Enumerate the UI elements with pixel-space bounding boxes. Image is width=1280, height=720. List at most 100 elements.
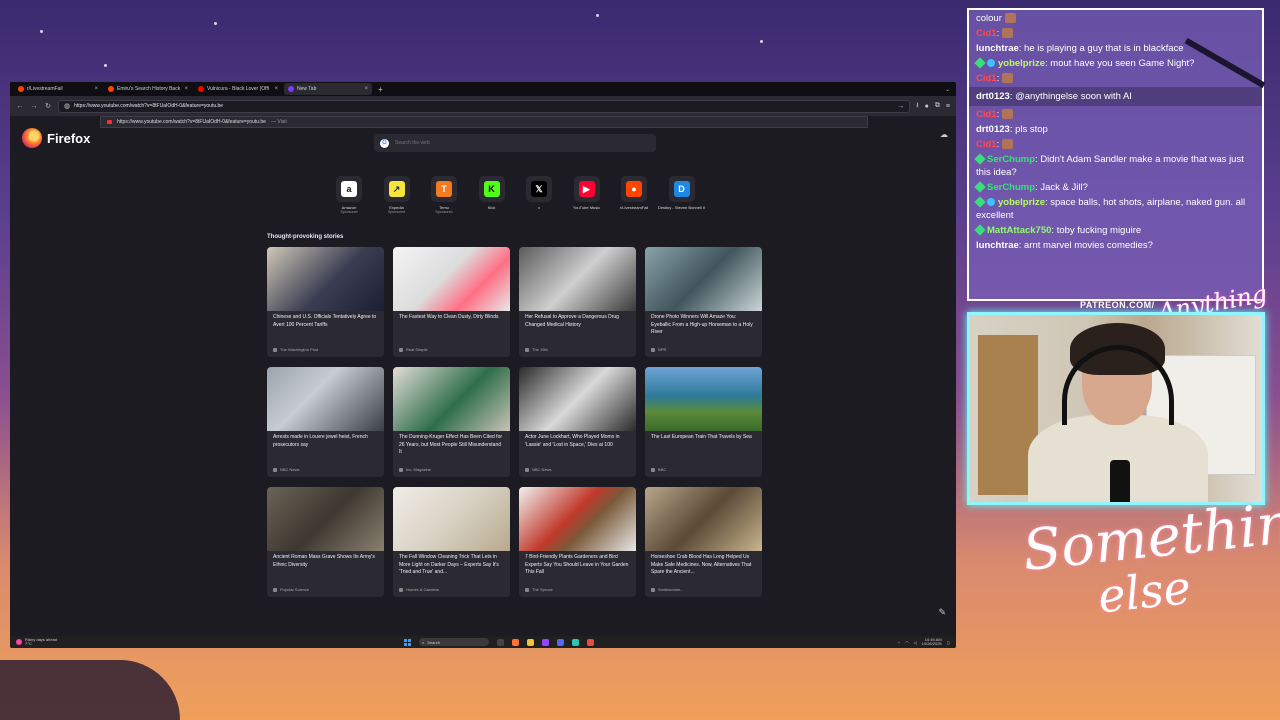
shortcut-tile[interactable]: D Destiny - Steven Bonnell II <box>658 176 705 214</box>
stream-chat-overlay: colour Cid1: lunchtrae: he is playing a gu… <box>967 8 1264 301</box>
browser-tab[interactable]: New Tab × <box>284 83 372 95</box>
star <box>760 40 763 43</box>
web-search-input[interactable] <box>395 140 650 146</box>
star <box>40 30 43 33</box>
account-icon[interactable]: ● <box>925 103 929 110</box>
emote-icon <box>1002 139 1014 150</box>
close-tab-icon[interactable]: × <box>274 86 278 92</box>
web-search-box[interactable]: G <box>374 134 656 152</box>
browser-tab[interactable]: r/LivestreamFail × <box>14 83 102 95</box>
story-card[interactable]: Horseshoe Crab Blood Has Long Helped Us … <box>645 487 762 597</box>
story-card[interactable]: The Fall Window Cleaning Trick That Lets… <box>393 487 510 597</box>
task-view-icon[interactable] <box>497 638 504 646</box>
extensions-icon[interactable]: ⧉ <box>935 102 940 110</box>
story-title: Drone Photo Winners Will Amaze You: Eyeb… <box>651 314 753 335</box>
story-card[interactable]: Drone Photo Winners Will Amaze You: Eyeb… <box>645 247 762 357</box>
sub-badge-icon <box>974 181 986 194</box>
app-taskbar-icon[interactable] <box>572 638 579 646</box>
app-taskbar-icon-2[interactable] <box>587 638 594 646</box>
downloads-icon[interactable]: ⭳ <box>916 101 918 112</box>
reload-icon[interactable]: ↻ <box>44 102 52 110</box>
chat-text: : mout have you seen Game Night? <box>1045 58 1195 69</box>
close-tab-icon[interactable]: × <box>94 86 98 92</box>
list-all-tabs-icon[interactable]: ⌄ <box>945 86 950 93</box>
shortcut-tile[interactable]: ↗ Expedia Sponsored <box>383 176 411 214</box>
discord-taskbar-icon[interactable] <box>557 638 564 646</box>
story-card[interactable]: Actor June Lockhart, Who Played Moms in … <box>519 367 636 477</box>
url-input[interactable] <box>74 103 894 109</box>
suggestion-url: https://www.youtube.com/watch?v=8tFUaIOd… <box>117 119 266 125</box>
chat-username: MattAttack750 <box>987 225 1052 236</box>
shortcut-tile[interactable]: K Kick <box>478 176 506 214</box>
new-tab-button[interactable]: + <box>374 85 387 94</box>
source-logo-icon <box>273 467 277 472</box>
chat-message: yobelprize: space balls, hot shots, airp… <box>974 196 1255 222</box>
shortcut-icon: K <box>483 181 500 197</box>
story-card[interactable]: The Dunning-Kruger Effect Has Been Cited… <box>393 367 510 477</box>
wifi-icon[interactable]: ◠ <box>905 640 909 645</box>
shortcut-tile[interactable]: 𝕏 x <box>525 176 553 214</box>
search-engine-icon[interactable]: ◍ <box>64 102 70 110</box>
shortcut-name: Kick <box>487 205 496 210</box>
tab-label: Emiru's Search History Back in <box>117 86 182 92</box>
browser-tab[interactable]: Emiru's Search History Back in × <box>104 83 192 95</box>
star <box>214 22 217 25</box>
chat-text: : pls stop <box>1009 124 1048 135</box>
browser-tab[interactable]: Vulnicura - Black Lover (Offi × <box>194 83 282 95</box>
taskbar-search[interactable]: ⌕ Search <box>419 638 489 646</box>
go-arrow-icon[interactable]: → <box>897 103 904 110</box>
chat-message: Cid1: <box>976 72 1255 85</box>
story-image <box>393 367 510 431</box>
tray-chevron-icon[interactable]: ^ <box>898 640 900 645</box>
story-card[interactable]: The Fastest Way to Clean Dusty, Dirty Bl… <box>393 247 510 357</box>
story-card[interactable]: 7 Bird-Friendly Plants Gardeners and Bir… <box>519 487 636 597</box>
menu-icon[interactable]: ≡ <box>946 103 950 110</box>
story-card[interactable]: Her Refusal to Approve a Dangerous Drug … <box>519 247 636 357</box>
taskbar-weather[interactable]: Rainy days ahead 7°C <box>16 637 86 647</box>
story-card[interactable]: Chinese and U.S. Officials Tentatively A… <box>267 247 384 357</box>
weather-widget-icon[interactable]: ☁ <box>940 130 948 139</box>
tab-label: r/LivestreamFail <box>27 86 63 92</box>
source-logo-icon <box>399 467 403 472</box>
story-title: Arrests made in Louvre jewel heist, Fren… <box>273 434 368 448</box>
shortcut-tile[interactable]: a Amazon Sponsored <box>335 176 363 214</box>
youtube-favicon-icon <box>107 120 112 124</box>
story-image <box>393 247 510 311</box>
source-logo-icon <box>273 587 277 592</box>
story-card[interactable]: Ancient Roman Mass Grave Shows Its Army'… <box>267 487 384 597</box>
shortcut-tile[interactable]: ▶ YouTube Music <box>573 176 601 214</box>
tab-favicon-icon <box>108 86 114 92</box>
forward-icon[interactable]: → <box>30 103 38 110</box>
shortcut-tile[interactable]: T Temu Sponsored <box>430 176 458 214</box>
story-source: Homes & Gardens <box>399 587 439 592</box>
weather-icon <box>16 639 22 645</box>
firefox-taskbar-icon[interactable] <box>512 638 519 646</box>
taskbar-clock[interactable]: 10:49 AM 10/26/2025 <box>922 637 942 647</box>
source-logo-icon <box>525 587 529 592</box>
story-source: NPR <box>651 347 666 352</box>
shortcut-sponsored: Sponsored <box>435 210 453 214</box>
story-card[interactable]: The Last European Train That Travels by … <box>645 367 762 477</box>
windows-start-icon[interactable] <box>404 638 411 646</box>
story-source: The Spruce <box>525 587 553 592</box>
url-bar[interactable]: ◍ → <box>58 99 911 113</box>
story-card[interactable]: Arrests made in Louvre jewel heist, Fren… <box>267 367 384 477</box>
close-tab-icon[interactable]: × <box>184 86 188 92</box>
back-icon[interactable]: ← <box>16 103 24 110</box>
customize-pencil-icon[interactable]: ✎ <box>938 607 946 618</box>
story-source: The Washington Post <box>273 347 318 352</box>
new-tab-page: Firefox ☁ G a Amazon Sponsored ↗ Expedia … <box>10 116 956 648</box>
twitch-taskbar-icon[interactable] <box>542 638 549 646</box>
volume-icon[interactable]: ◁ <box>914 640 917 645</box>
shortcut-tile[interactable]: ● r/LivestreamFail <box>620 176 648 214</box>
file-explorer-icon[interactable] <box>527 638 534 646</box>
url-suggestion-row[interactable]: https://www.youtube.com/watch?v=8tFUaIOd… <box>100 116 868 128</box>
system-tray: ^ ◠ ◁ 10:49 AM 10/26/2025 ◻ <box>898 637 950 647</box>
close-tab-icon[interactable]: × <box>364 86 368 92</box>
story-source: BBC <box>651 467 666 472</box>
story-source: NBC News <box>525 467 552 472</box>
chat-username: drt0123 <box>976 91 1010 102</box>
notification-icon[interactable]: ◻ <box>947 640 950 645</box>
chat-text: : toby fucking miguire <box>1051 225 1142 236</box>
prime-badge-icon <box>987 59 995 68</box>
